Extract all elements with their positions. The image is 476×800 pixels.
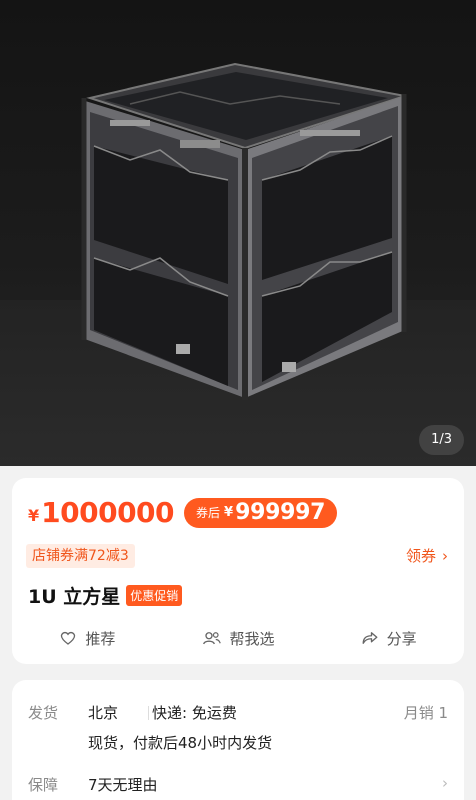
heart-icon <box>61 631 76 645</box>
price-row: ¥ 1000000 券后 ¥ 999997 <box>28 496 338 529</box>
action-bar: 推荐 帮我选 分享 <box>12 624 464 652</box>
chevron-right-icon[interactable]: › <box>442 774 448 792</box>
image-page-indicator: 1/3 <box>419 425 464 455</box>
price-card: ¥ 1000000 券后 ¥ 999997 店铺券满72减3 领券 › 1U 立… <box>12 478 464 664</box>
after-coupon-label: 券后 <box>196 506 221 520</box>
share-icon <box>362 632 378 644</box>
after-coupon-value: 999997 <box>235 500 326 525</box>
shipping-label: 发货 <box>28 704 59 722</box>
get-coupon-button[interactable]: 领券 › <box>406 544 448 568</box>
share-label: 分享 <box>386 629 417 648</box>
product-image-carousel[interactable]: 1/3 <box>0 0 476 466</box>
product-title-row: 1U 立方星 优惠促销 <box>28 582 183 609</box>
monthly-sales: 月销 1 <box>403 704 448 722</box>
people-icon <box>202 632 221 645</box>
share-button[interactable]: 分享 <box>313 624 464 652</box>
chevron-right-icon: › <box>442 547 448 565</box>
recommend-button[interactable]: 推荐 <box>12 624 163 652</box>
price-currency: ¥ <box>28 506 40 525</box>
help-me-choose-label: 帮我选 <box>229 629 275 648</box>
promo-tag: 优惠促销 <box>126 585 183 606</box>
recommend-label: 推荐 <box>85 629 116 648</box>
shipping-card[interactable]: 发货 北京 快递: 免运费 月销 1 现货，付款后48小时内发货 保障 7天无理… <box>12 680 464 800</box>
help-me-choose-button[interactable]: 帮我选 <box>163 624 314 652</box>
divider <box>148 706 149 720</box>
price-value: 1000000 <box>41 496 175 529</box>
shipping-note: 现货，付款后48小时内发货 <box>88 734 273 752</box>
cubesat-image <box>81 62 407 400</box>
express-fee: 快递: 免运费 <box>152 704 237 722</box>
get-coupon-label: 领券 <box>405 547 436 565</box>
ship-from-city: 北京 <box>88 704 119 722</box>
guarantee-label: 保障 <box>28 776 59 794</box>
store-coupon-tag[interactable]: 店铺券满72减3 <box>26 544 135 568</box>
guarantee-value: 7天无理由 <box>88 776 158 794</box>
after-coupon-price-badge: 券后 ¥ 999997 <box>184 497 338 528</box>
product-title: 1U 立方星 <box>28 586 121 608</box>
after-coupon-currency: ¥ <box>224 505 234 520</box>
